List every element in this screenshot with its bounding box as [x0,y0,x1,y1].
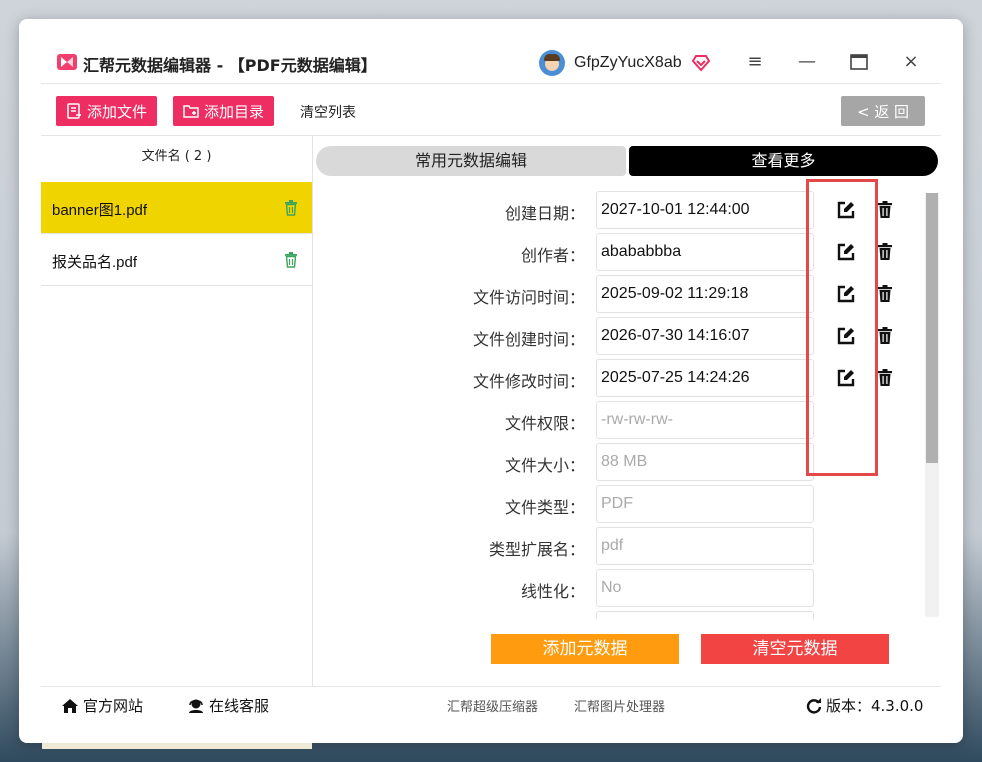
metadata-value-readonly: -rw-rw-rw- [596,401,814,439]
file-name: 报关品名.pdf [52,254,138,271]
metadata-value-input[interactable]: 2026-07-30 14:16:07 [596,317,814,355]
official-site-label: 官方网站 [83,697,144,715]
add-directory-button[interactable]: 添加目录 [173,96,275,126]
trash-icon[interactable] [284,252,298,268]
metadata-value-input[interactable]: 2025-09-02 11:29:18 [596,275,814,313]
divider [41,83,941,84]
metadata-label: 线性化： [520,582,585,601]
folder-add-icon [183,105,199,118]
file-name: banner图1.pdf [52,202,148,219]
highlight-annotation-box [806,179,878,476]
back-button[interactable]: < 返 回 [841,96,925,126]
refresh-icon[interactable] [806,697,822,714]
file-list-item[interactable]: banner图1.pdf [41,182,312,234]
username: GfpZyYucX8ab [574,54,682,71]
maximize-icon[interactable] [848,51,870,73]
tab-common-metadata[interactable]: 常用元数据编辑 [316,146,626,176]
add-directory-label: 添加目录 [204,102,265,121]
metadata-label: 类型扩展名： [488,540,585,559]
minimize-icon[interactable]: — [796,51,818,73]
title-bar: 汇帮元数据编辑器 - 【PDF元数据编辑】 GfpZyYucX8ab ≡ — × [19,19,963,83]
metadata-scrollbar[interactable] [925,193,939,617]
metadata-row: 类型扩展名： pdf [316,527,926,565]
online-service-label: 在线客服 [209,697,270,715]
file-list-panel: 文件名 ( 2 ) banner图1.pdf 报关品名.pdf [41,136,313,686]
app-window: 汇帮元数据编辑器 - 【PDF元数据编辑】 GfpZyYucX8ab ≡ — ×… [19,19,963,743]
app-title: 汇帮元数据编辑器 - 【PDF元数据编辑】 [83,56,377,75]
metadata-label: 文件类型： [504,498,585,517]
metadata-label: 文件修改时间： [472,372,585,391]
image-tool-link[interactable]: 汇帮图片处理器 [574,696,665,715]
delete-icon[interactable] [878,327,892,344]
metadata-label: 文件访问时间： [472,288,585,307]
menu-icon[interactable]: ≡ [744,51,766,73]
add-metadata-button[interactable]: 添加元数据 [491,634,679,664]
background-strip [42,743,312,749]
metadata-value-readonly: PDF [596,485,814,523]
tab-view-more[interactable]: 查看更多 [629,146,938,176]
official-site-link[interactable]: 官方网站 [61,695,143,716]
metadata-value-readonly: 88 MB [596,443,814,481]
trash-icon[interactable] [284,200,298,216]
version-label: 版本：4.3.0.0 [826,697,924,715]
metadata-row: 线性化： No [316,569,926,607]
metadata-value-input[interactable]: 2027-10-01 12:44:00 [596,191,814,229]
home-icon [62,698,78,713]
file-list-header: 文件名 ( 2 ) [141,149,212,164]
delete-icon[interactable] [878,243,892,260]
delete-icon[interactable] [878,369,892,386]
clear-list-button[interactable]: 清空列表 [300,102,356,122]
metadata-label: 文件权限： [504,414,585,433]
file-list-item[interactable]: 报关品名.pdf [41,234,312,286]
avatar[interactable] [539,50,565,76]
file-add-icon [67,103,81,119]
metadata-value-readonly [596,611,814,619]
online-service-link[interactable]: 在线客服 [187,695,269,716]
version-info[interactable]: 版本：4.3.0.0 [806,695,923,716]
clear-metadata-button[interactable]: 清空元数据 [701,634,889,664]
divider [41,686,941,687]
support-agent-icon [189,699,203,713]
metadata-row: 文件类型： PDF [316,485,926,523]
delete-icon[interactable] [878,201,892,218]
metadata-label: 创作者： [520,246,585,265]
metadata-value-readonly: pdf [596,527,814,565]
metadata-label: 创建日期： [504,204,585,223]
compressor-link[interactable]: 汇帮超级压缩器 [447,696,538,715]
metadata-label: 文件创建时间： [472,330,585,349]
vip-diamond-icon[interactable] [691,54,711,72]
metadata-value-input[interactable]: abababbba [596,233,814,271]
tab-bar: 常用元数据编辑 查看更多 [316,146,938,176]
close-icon[interactable]: × [900,51,922,73]
user-area[interactable]: GfpZyYucX8ab [539,49,711,77]
app-logo-icon [57,54,77,70]
metadata-value-input[interactable]: 2025-07-25 14:24:26 [596,359,814,397]
metadata-value-readonly: No [596,569,814,607]
delete-icon[interactable] [878,285,892,302]
add-file-label: 添加文件 [87,102,148,121]
scrollbar-thumb[interactable] [926,193,938,463]
metadata-label: 文件大小： [504,456,585,475]
metadata-row [316,611,926,619]
add-file-button[interactable]: 添加文件 [56,96,158,126]
